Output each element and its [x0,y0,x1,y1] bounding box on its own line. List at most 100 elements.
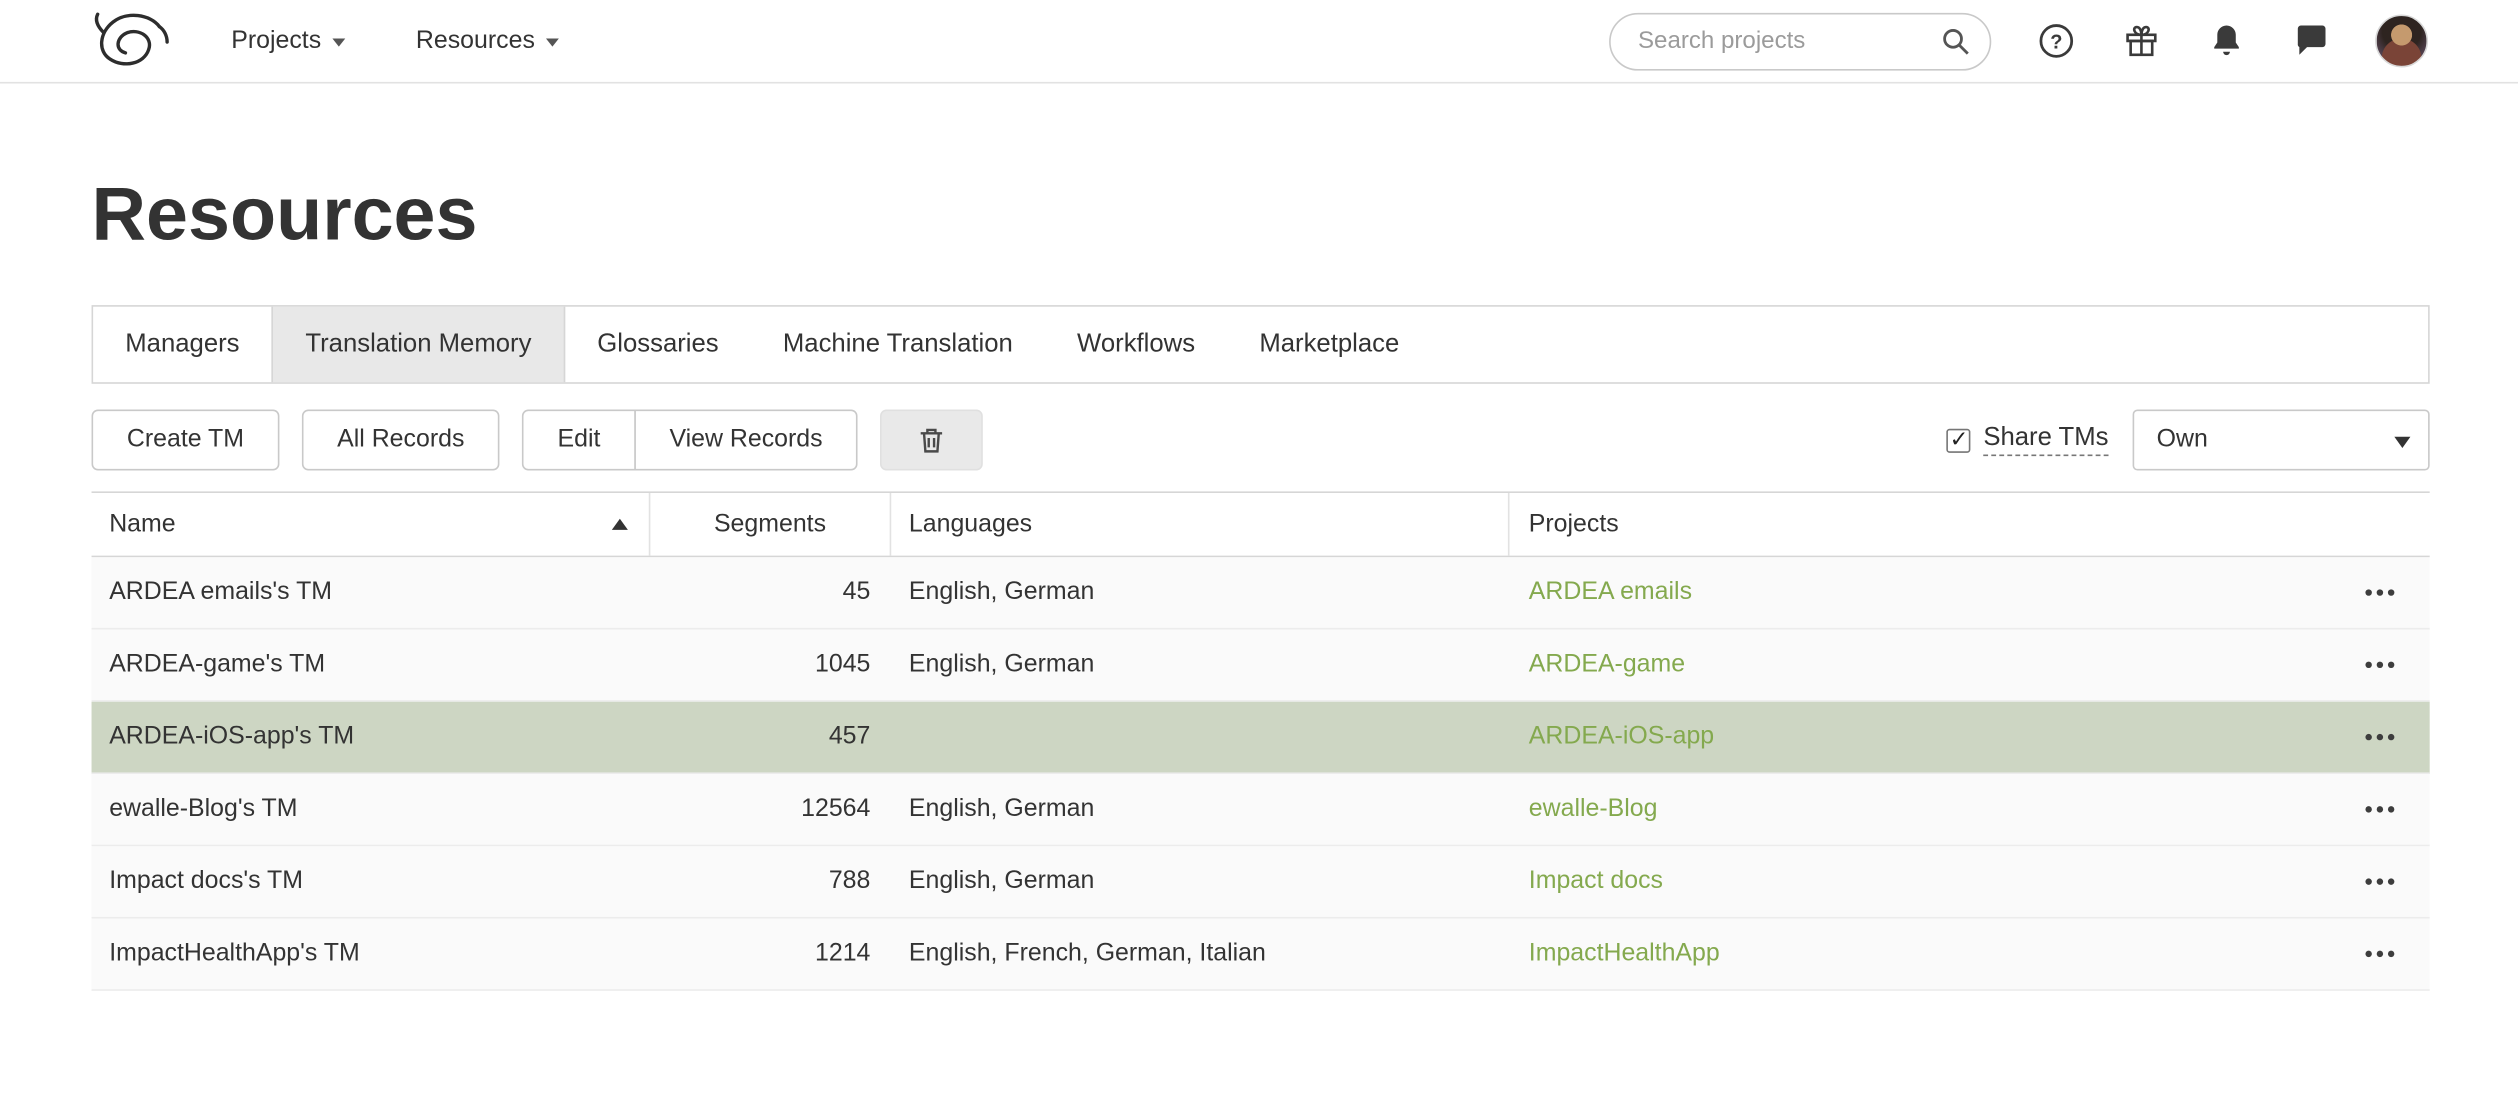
tab-managers[interactable]: Managers [93,307,272,382]
page-title: Resources [92,170,2430,257]
gift-button[interactable] [2120,20,2162,62]
scope-select[interactable]: Own [2133,410,2430,471]
crowdin-logo[interactable] [90,9,170,73]
table-row[interactable]: ImpactHealthApp's TM 1214 English, Frenc… [92,919,2430,991]
notifications-button[interactable] [2205,20,2247,62]
table-row[interactable]: ARDEA-iOS-app's TM 457 ARDEA-iOS-app [92,702,2430,774]
project-link[interactable]: ARDEA-game [1529,650,1685,677]
tm-segments-cell: 1214 [650,940,891,969]
tm-project-cell: ImpactHealthApp [1510,940,2318,969]
tm-actions-cell [2317,872,2429,891]
column-header-segments[interactable]: Segments [650,493,891,556]
tm-table: Name Segments Languages Projects ARDEA e… [92,491,2430,990]
create-tm-button[interactable]: Create TM [92,410,280,471]
nav-item-label: Resources [416,26,535,55]
column-header-projects[interactable]: Projects [1510,493,2318,556]
messages-button[interactable] [2290,20,2332,62]
toolbar-right: Share TMs Own [1946,410,2429,471]
tm-name-cell: ARDEA emails's TM [92,578,651,607]
bell-icon [2207,22,2244,59]
topbar: Projects Resources [0,0,2518,84]
sort-asc-icon [612,519,628,530]
table-row[interactable]: ARDEA-game's TM 1045 English, German ARD… [92,630,2430,702]
tm-segments-cell: 1045 [650,650,891,679]
tm-segments-cell: 457 [650,723,891,752]
help-button[interactable]: ? [2035,20,2077,62]
all-records-button[interactable]: All Records [302,410,500,471]
tm-table-body: ARDEA emails's TM 45 English, German ARD… [92,557,2430,991]
table-row[interactable]: ewalle-Blog's TM 12564 English, German e… [92,774,2430,846]
main-nav: Projects Resources [231,26,559,55]
tab-translation-memory[interactable]: Translation Memory [272,307,566,382]
delete-button[interactable] [880,410,983,471]
row-actions-button[interactable] [2362,583,2397,602]
tm-actions-cell [2317,800,2429,819]
tm-name-cell: ImpactHealthApp's TM [92,940,651,969]
row-actions-button[interactable] [2362,944,2397,963]
column-header-actions [2317,493,2429,556]
tm-name-cell: ARDEA-game's TM [92,650,651,679]
share-tms-checkbox[interactable] [1946,428,1970,452]
avatar[interactable] [2375,14,2428,67]
project-link[interactable]: ARDEA-iOS-app [1529,723,1714,750]
row-actions-button[interactable] [2362,872,2397,891]
tm-languages-cell: English, German [891,795,1509,824]
scale-root: Projects Resources [0,0,2518,1105]
tm-name-cell: Impact docs's TM [92,867,651,896]
search-box [1609,12,1991,70]
svg-text:?: ? [2049,31,2061,53]
tm-actions-cell [2317,728,2429,747]
project-link[interactable]: Impact docs [1529,867,1663,894]
column-header-name[interactable]: Name [92,493,651,556]
tab-marketplace[interactable]: Marketplace [1227,307,1431,382]
row-actions-button[interactable] [2362,655,2397,674]
nav-item-projects[interactable]: Projects [231,26,345,55]
share-tms-label[interactable]: Share TMs [1983,424,2108,456]
trash-icon [916,424,948,456]
row-actions-button[interactable] [2362,728,2397,747]
tabs: ManagersTranslation MemoryGlossariesMach… [92,305,2430,384]
tab-glossaries[interactable]: Glossaries [565,307,751,382]
tab-machine-translation[interactable]: Machine Translation [751,307,1045,382]
tm-languages-cell: English, German [891,867,1509,896]
tm-segments-cell: 788 [650,867,891,896]
tm-project-cell: ewalle-Blog [1510,795,2318,824]
help-icon: ? [2037,22,2074,59]
toolbar: Create TM All Records Edit View Records [92,410,2430,471]
scope-select-value: Own [2157,426,2208,455]
project-link[interactable]: ARDEA emails [1529,578,1692,605]
tm-project-cell: ARDEA emails [1510,578,2318,607]
column-header-languages[interactable]: Languages [891,493,1509,556]
tm-actions-cell [2317,655,2429,674]
table-row[interactable]: Impact docs's TM 788 English, German Imp… [92,846,2430,918]
share-tms-control: Share TMs [1946,424,2108,456]
app-viewport: Projects Resources [0,0,2518,1105]
tm-actions-cell [2317,583,2429,602]
nav-item-label: Projects [231,26,321,55]
row-actions-button[interactable] [2362,800,2397,819]
view-records-button[interactable]: View Records [634,410,858,471]
crowdin-logo-icon [90,10,170,72]
records-button-group: Edit View Records [522,410,858,471]
tm-languages-cell: English, French, German, Italian [891,940,1509,969]
search-input[interactable] [1609,12,1991,70]
tm-languages-cell: English, German [891,578,1509,607]
edit-button[interactable]: Edit [522,410,636,471]
chat-icon [2292,22,2329,59]
tm-name-cell: ewalle-Blog's TM [92,795,651,824]
main-content: Resources ManagersTranslation MemoryGlos… [0,170,2518,991]
tm-project-cell: ARDEA-game [1510,650,2318,679]
project-link[interactable]: ImpactHealthApp [1529,940,1720,967]
select-caret-icon [2394,437,2410,448]
nav-item-resources[interactable]: Resources [416,26,559,55]
project-link[interactable]: ewalle-Blog [1529,795,1658,822]
tab-workflows[interactable]: Workflows [1045,307,1227,382]
tm-segments-cell: 45 [650,578,891,607]
tm-name-cell: ARDEA-iOS-app's TM [92,723,651,752]
chevron-down-icon [546,39,559,47]
search-icon[interactable] [1938,23,1972,57]
gift-icon [2122,22,2159,59]
table-row[interactable]: ARDEA emails's TM 45 English, German ARD… [92,557,2430,629]
chevron-down-icon [332,39,345,47]
tm-table-header: Name Segments Languages Projects [92,493,2430,557]
